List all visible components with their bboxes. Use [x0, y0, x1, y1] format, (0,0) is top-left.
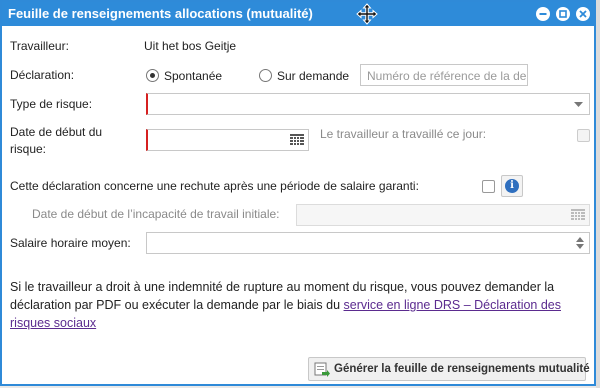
generate-sheet-button[interactable]: Générer la feuille de renseignements mut… [308, 357, 590, 381]
relapse-label: Cette déclaration concerne une rechute a… [10, 179, 419, 193]
hourly-wage-input[interactable] [146, 232, 590, 254]
worked-that-day-checkbox[interactable] [577, 129, 590, 142]
risk-start-date-label: Date de début du [10, 125, 103, 139]
risk-type-label: Type de risque: [10, 97, 93, 111]
close-icon [579, 10, 587, 18]
calendar-icon[interactable] [290, 134, 304, 146]
spinner-icon[interactable] [576, 237, 584, 249]
worker-value: Uit het bos Geitje [144, 39, 237, 53]
maximize-button[interactable] [556, 7, 570, 21]
radio-spontaneous[interactable] [146, 69, 159, 82]
worker-label: Travailleur: [10, 39, 69, 53]
reference-number-placeholder: Numéro de référence de la demande [367, 69, 527, 83]
hourly-wage-label: Salaire horaire moyen: [10, 236, 131, 250]
generate-sheet-button-label: Générer la feuille de renseignements mut… [334, 363, 590, 375]
relapse-checkbox[interactable] [482, 180, 495, 193]
minimize-button[interactable] [536, 7, 550, 21]
info-paragraph: Si le travailleur a droit à une indemnit… [10, 278, 590, 332]
move-cursor-icon [356, 3, 378, 25]
risk-start-date-label-line2: risque: [10, 142, 47, 156]
declaration-label: Déclaration: [10, 68, 75, 82]
title-bar[interactable]: Feuille de renseignements allocations (m… [2, 2, 594, 26]
incapacity-start-label: Date de début de l’incapacité de travail… [32, 207, 280, 221]
maximize-icon [559, 10, 567, 18]
risk-start-date-input[interactable] [146, 129, 309, 151]
calendar-icon [571, 209, 585, 220]
window-title: Feuille de renseignements allocations (m… [8, 6, 313, 21]
radio-on-request[interactable] [259, 69, 272, 82]
chevron-down-icon[interactable] [574, 102, 583, 108]
close-button[interactable] [576, 7, 590, 21]
radio-on-request-label[interactable]: Sur demande [277, 69, 349, 83]
incapacity-start-date-input[interactable] [296, 204, 590, 226]
reference-number-input[interactable]: Numéro de référence de la demande [360, 64, 528, 86]
info-icon: i [505, 179, 519, 193]
worked-that-day-label: Le travailleur a travaillé ce jour: [320, 127, 487, 141]
relapse-info-button[interactable]: i [501, 175, 523, 197]
risk-type-select[interactable] [146, 93, 590, 115]
dialog-window: Feuille de renseignements allocations (m… [0, 0, 596, 386]
document-generate-icon [314, 362, 330, 377]
minimize-icon [539, 13, 547, 15]
radio-spontaneous-label[interactable]: Spontanée [164, 69, 222, 83]
background-edge [596, 0, 600, 388]
